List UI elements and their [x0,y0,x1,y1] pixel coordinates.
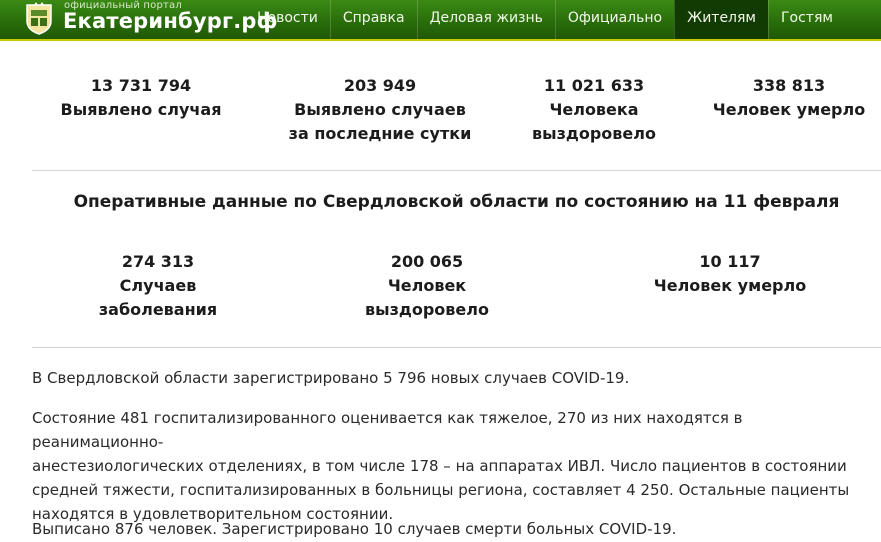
article-paragraph: В Свердловской области зарегистрировано … [32,369,630,387]
main-nav: Новости Справка Деловая жизнь Официально… [245,0,845,39]
region-stats: 274 313 Случаев заболевания 200 065 Чело… [0,250,881,330]
stat-deaths: 338 813 Человек умерло [689,74,881,122]
stat-label: выздоровело [365,300,489,319]
stat-label: Человек [387,276,467,295]
stat-label: Человек умерло [712,100,866,119]
stat-value: 203 949 [343,76,417,95]
paragraph-line: средней тяжести, госпитализированных в б… [32,481,850,499]
article-paragraph: Состояние 481 госпитализированного оцени… [32,406,877,526]
stat-value: 10 117 [699,252,761,271]
stat-value: 200 065 [390,252,464,271]
stat-label: заболевания [98,300,218,319]
stat-label: Случаев [119,276,197,295]
stat-label: Выявлено случаев [294,100,466,119]
divider [32,170,881,171]
city-emblem-icon[interactable] [24,2,54,35]
stat-value: 13 731 794 [90,76,192,95]
article-paragraph: Выписано 876 человек. Зарегистрировано 1… [32,520,677,538]
stat-label: выздоровело [532,124,656,143]
stat-label: Выявлено случая [60,100,222,119]
russia-stats: 13 731 794 Выявлено случая 203 949 Выявл… [0,74,881,154]
stat-region-recovered: 200 065 Человек выздоровело [327,250,527,322]
stat-recovered: 11 021 633 Человека выздоровело [494,74,694,146]
stat-label: за последние сутки [288,124,472,143]
paragraph-line: анестезиологических отделениях, в том чи… [32,457,847,475]
stat-cases-day: 203 949 Выявлено случаев за последние су… [280,74,480,146]
stat-cases-total: 13 731 794 Выявлено случая [41,74,241,122]
nav-news[interactable]: Новости [245,0,330,39]
stat-value: 338 813 [752,76,826,95]
stat-value: 11 021 633 [543,76,645,95]
divider [32,347,881,348]
nav-business[interactable]: Деловая жизнь [416,0,555,39]
region-title: Оперативные данные по Свердловской облас… [73,192,840,212]
stat-label: Человек умерло [653,276,807,295]
nav-guests[interactable]: Гостям [768,0,845,39]
nav-reference[interactable]: Справка [329,0,417,39]
site-header: официальный портал Екатеринбург.рф Новос… [0,0,881,41]
stat-region-cases: 274 313 Случаев заболевания [58,250,258,322]
stat-label: Человека [549,100,639,119]
paragraph-line: Состояние 481 госпитализированного оцени… [32,409,743,451]
nav-residents[interactable]: Жителям [674,0,768,39]
stat-value: 274 313 [121,252,195,271]
nav-official[interactable]: Официально [554,0,674,39]
stat-region-deaths: 10 117 Человек умерло [630,250,830,298]
